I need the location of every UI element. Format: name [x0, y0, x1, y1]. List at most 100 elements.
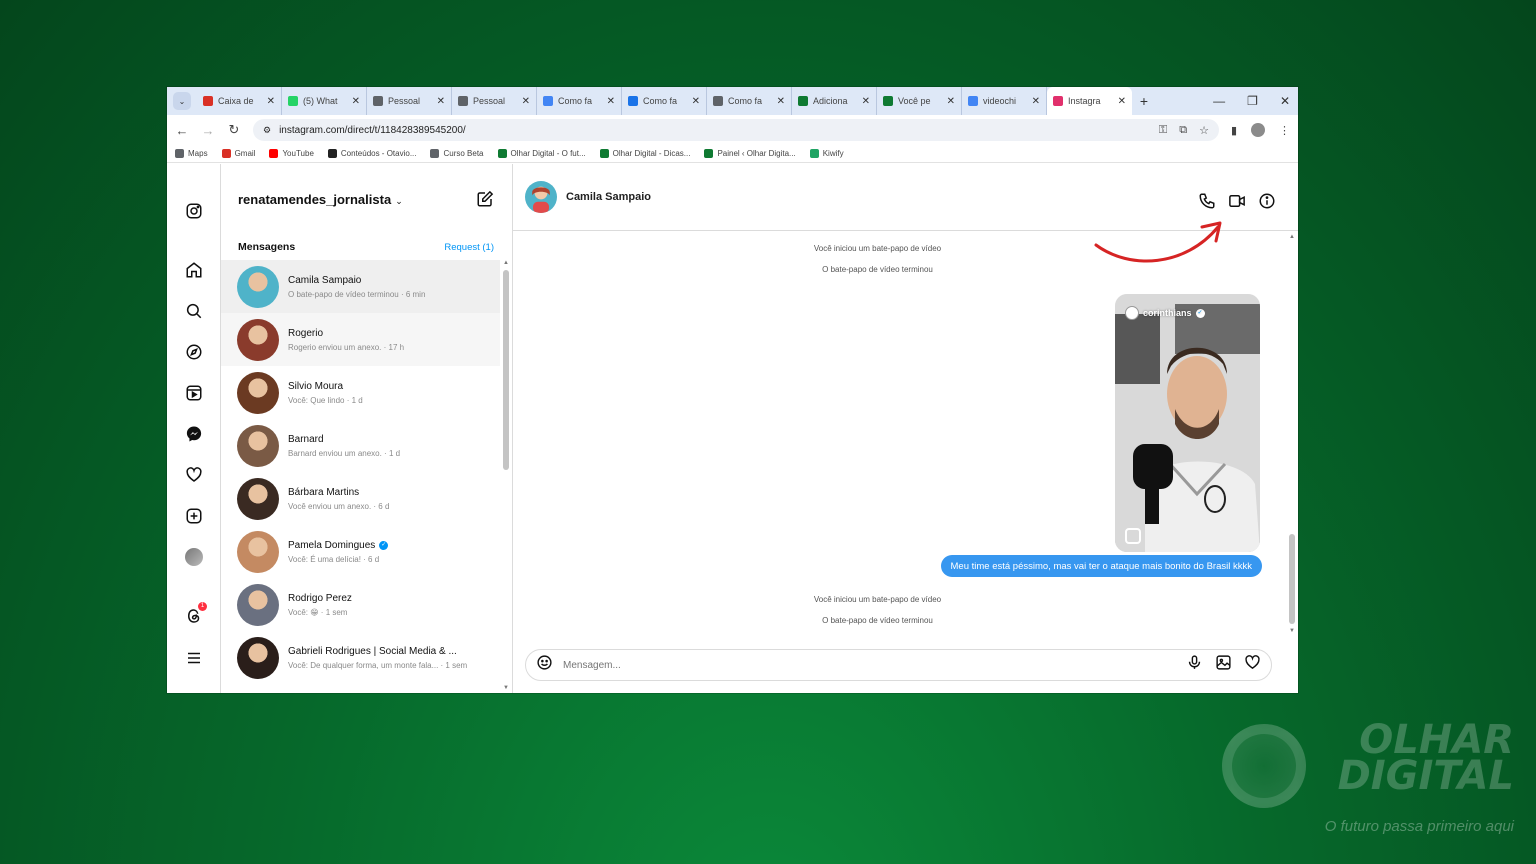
browser-menu-icon[interactable]: ⋮ — [1279, 124, 1290, 137]
browser-tab[interactable]: (5) What ✕ — [282, 87, 367, 115]
tab-close-icon[interactable]: ✕ — [947, 96, 955, 107]
create-icon[interactable] — [184, 506, 204, 526]
audio-call-icon[interactable] — [1198, 192, 1216, 215]
bookmark-item[interactable]: YouTube — [269, 149, 314, 158]
tab-close-icon[interactable]: ✕ — [267, 96, 275, 107]
conversation-item[interactable]: Camila Sampaio O bate-papo de vídeo termi… — [221, 260, 500, 313]
conversation-item[interactable]: Rogerio Rogerio enviou um anexo. · 17 h — [221, 313, 500, 366]
tab-label: Como fa — [643, 96, 678, 106]
chat-scrollbar[interactable]: ▲ ▼ — [1288, 234, 1296, 634]
web-icon — [713, 96, 723, 106]
sent-message-bubble[interactable]: Meu time está péssimo, mas vai ter o ata… — [940, 555, 1262, 577]
contact-avatar[interactable] — [525, 181, 557, 213]
list-scrollbar[interactable]: ▲ ▼ — [502, 260, 510, 691]
new-tab-button[interactable]: + — [1132, 93, 1156, 109]
address-bar[interactable]: ⚙ instagram.com/direct/t/118428389545200… — [253, 119, 1219, 141]
tab-close-icon[interactable]: ✕ — [1118, 96, 1126, 107]
more-menu-icon[interactable] — [184, 648, 204, 668]
bookmark-item[interactable]: Olhar Digital - Dicas... — [599, 149, 690, 158]
account-switcher[interactable]: renatamendes_jornalista ⌄ — [238, 192, 403, 207]
profile-icon[interactable] — [184, 547, 204, 567]
browser-tab[interactable]: Você pe ✕ — [877, 87, 962, 115]
conversation-name: Bárbara Martins — [288, 486, 360, 498]
tab-close-icon[interactable]: ✕ — [862, 96, 870, 107]
bookmark-label: YouTube — [282, 149, 314, 158]
reels-icon[interactable] — [184, 383, 204, 403]
browser-tab[interactable]: Como fa ✕ — [622, 87, 707, 115]
tab-search-button[interactable]: ⌄ — [173, 92, 191, 110]
bookmark-favicon-icon — [269, 149, 279, 158]
browser-tab[interactable]: Pessoal ✕ — [452, 87, 537, 115]
tab-close-icon[interactable]: ✕ — [437, 96, 445, 107]
browser-tab[interactable]: Adiciona ✕ — [792, 87, 877, 115]
emoji-icon[interactable] — [536, 654, 553, 676]
explore-icon[interactable] — [184, 342, 204, 362]
notifications-heart-icon[interactable] — [184, 465, 204, 485]
conversation-avatar — [237, 424, 279, 467]
tab-close-icon[interactable]: ✕ — [607, 96, 615, 107]
browser-tab[interactable]: Como fa ✕ — [537, 87, 622, 115]
browser-tab[interactable]: Como fa ✕ — [707, 87, 792, 115]
restore-icon[interactable]: ❐ — [1247, 94, 1258, 108]
bookmark-item[interactable]: Conteúdos - Otavio... — [327, 149, 416, 158]
home-icon[interactable] — [184, 260, 204, 280]
reload-icon[interactable]: ↻ — [227, 122, 241, 138]
new-message-icon[interactable] — [476, 190, 494, 208]
minimize-icon[interactable]: — — [1213, 94, 1225, 108]
bookmark-item[interactable]: Maps — [175, 149, 208, 158]
instagram-logo-icon[interactable] — [184, 201, 204, 221]
like-heart-icon[interactable] — [1244, 654, 1261, 676]
bookmark-item[interactable]: Olhar Digital - O fut... — [497, 149, 586, 158]
instagram-icon — [1053, 96, 1063, 106]
tab-close-icon[interactable]: ✕ — [692, 96, 700, 107]
conversation-preview: Barnard enviou um anexo. · 1 d — [288, 448, 401, 458]
tab-close-icon[interactable]: ✕ — [1032, 96, 1040, 107]
tab-close-icon[interactable]: ✕ — [352, 96, 360, 107]
forward-icon[interactable]: → — [201, 123, 215, 138]
site-info-icon[interactable]: ⚙ — [263, 125, 271, 136]
video-call-icon[interactable] — [1228, 192, 1246, 215]
conversation-item[interactable]: Gabrieli Rodrigues | Social Media & ... V… — [221, 631, 500, 684]
bookmark-item[interactable]: Curso Beta — [430, 149, 484, 158]
conversation-name: Pamela Domingues — [288, 539, 376, 551]
browser-tab[interactable]: videochi ✕ — [962, 87, 1047, 115]
system-message: O bate-papo de vídeo terminou — [822, 616, 933, 625]
conversation-item[interactable]: Pamela Domingues ✓ Você: É uma delícia! · … — [221, 525, 500, 578]
conversation-item[interactable]: Bárbara Martins Você enviou um anexo. · 6… — [221, 472, 500, 525]
messenger-icon[interactable] — [184, 424, 204, 444]
conversation-info-icon[interactable] — [1258, 192, 1276, 215]
browser-tab[interactable]: Instagra ✕ — [1047, 87, 1132, 115]
back-icon[interactable]: ← — [175, 123, 189, 138]
tab-label: Pessoal — [388, 96, 421, 106]
chat-scroll-thumb[interactable] — [1289, 534, 1295, 624]
threads-icon[interactable]: 1 — [184, 602, 207, 626]
bookmark-star-icon[interactable]: ☆ — [1199, 124, 1209, 137]
profile-avatar[interactable] — [1251, 123, 1265, 137]
browser-tab[interactable]: Caixa de ✕ — [197, 87, 282, 115]
chat-contact-name[interactable]: Camila Sampaio — [566, 191, 651, 203]
list-scroll-thumb[interactable] — [503, 270, 509, 470]
tab-close-icon[interactable]: ✕ — [522, 96, 530, 107]
search-icon[interactable] — [184, 301, 204, 321]
conversation-item[interactable]: Silvio Moura Você: Que lindo · 1 d — [221, 366, 500, 419]
reel-account-tag[interactable]: corinthians ✓ — [1125, 306, 1205, 320]
bookmark-item[interactable]: Gmail — [221, 149, 255, 158]
browser-tab[interactable]: Pessoal ✕ — [367, 87, 452, 115]
close-window-icon[interactable]: ✕ — [1280, 94, 1290, 108]
conversation-item[interactable]: Rodrigo Perez Você: 😁 · 1 sem — [221, 578, 500, 631]
tab-label: Como fa — [728, 96, 763, 106]
tab-close-icon[interactable]: ✕ — [777, 96, 785, 107]
conversation-item[interactable]: Barnard Barnard enviou um anexo. · 1 d — [221, 419, 500, 472]
add-photo-icon[interactable] — [1215, 654, 1232, 676]
conversation-name: Barnard — [288, 433, 324, 445]
side-panel-icon[interactable]: ▮ — [1231, 124, 1237, 137]
whatsapp-icon — [288, 96, 298, 106]
password-key-icon[interactable]: ⚿ — [1159, 124, 1167, 137]
url-text: instagram.com/direct/t/118428389545200/ — [279, 124, 466, 136]
bookmark-item[interactable]: Painel ‹ Olhar Digita... — [704, 149, 796, 158]
message-input[interactable] — [563, 659, 1176, 671]
install-app-icon[interactable]: ⧉ — [1179, 124, 1187, 137]
shared-reel[interactable]: corinthians ✓ — [1115, 294, 1260, 552]
bookmark-item[interactable]: Kiwify — [809, 149, 844, 158]
voice-clip-icon[interactable] — [1186, 654, 1203, 676]
